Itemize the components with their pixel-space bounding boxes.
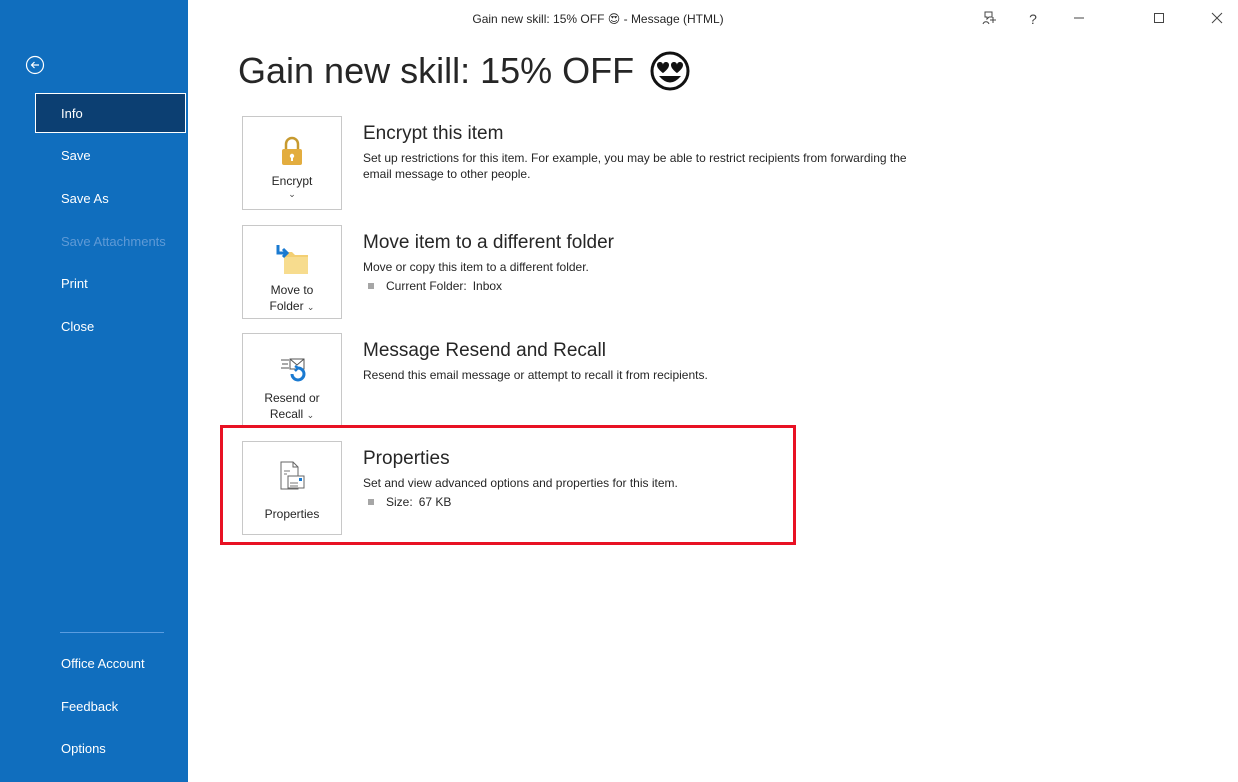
sidebar-divider: [60, 632, 164, 633]
encrypt-section: Encrypt this item Set up restrictions fo…: [363, 122, 923, 182]
current-folder-value: Inbox: [472, 279, 503, 293]
move-section: Move item to a different folder Move or …: [363, 231, 923, 293]
minimize-button[interactable]: [1062, 6, 1096, 32]
coauthor-button[interactable]: [973, 6, 1007, 32]
help-button[interactable]: ?: [1016, 6, 1050, 32]
sidebar-item-label: Office Account: [61, 655, 145, 671]
properties-description: Set and view advanced options and proper…: [363, 476, 678, 490]
resend-section: Message Resend and Recall Resend this em…: [363, 339, 923, 383]
sidebar-item-print[interactable]: Print: [35, 263, 188, 303]
move-to-folder-label: Move to Folder ⌄: [270, 282, 315, 315]
move-heading: Move item to a different folder: [363, 232, 614, 253]
sidebar-item-save-as[interactable]: Save As: [35, 178, 188, 218]
sidebar-item-save[interactable]: Save: [35, 135, 188, 175]
people-share-icon: [982, 10, 998, 29]
move-to-folder-button[interactable]: Move to Folder ⌄: [242, 225, 342, 319]
bullet: [368, 283, 374, 289]
encrypt-label: Encrypt: [271, 174, 313, 188]
properties-document-icon: [277, 456, 307, 492]
sidebar-item-label: Options: [61, 740, 106, 756]
move-to-folder-icon: [274, 240, 310, 276]
resend-description: Resend this email message or attempt to …: [363, 368, 708, 382]
heart-eyes-emoji-icon: [648, 51, 692, 91]
maximize-icon: [1153, 11, 1165, 27]
window-title-bar: Gain new skill: 15% OFF 😍 - Message (HTM…: [188, 0, 1238, 42]
sidebar-item-label: Close: [61, 318, 95, 334]
sidebar-item-label: Save As: [61, 190, 109, 206]
current-folder-label: Current Folder:: [386, 279, 467, 293]
sidebar-item-office-account[interactable]: Office Account: [35, 643, 188, 683]
size-value: 67 KB: [418, 495, 452, 509]
move-description: Move or copy this item to a different fo…: [363, 260, 589, 274]
window-title-suffix: - Message (HTML): [623, 12, 724, 26]
resend-recall-label-line2: Recall: [269, 407, 304, 421]
move-to-folder-label-line2: Folder: [269, 299, 304, 313]
size-label: Size:: [386, 495, 413, 509]
resend-recall-label-line1: Resend or: [264, 391, 320, 405]
maximize-button[interactable]: [1142, 6, 1176, 32]
sidebar-item-label: Save: [61, 147, 91, 163]
bullet: [368, 499, 374, 505]
close-icon: [1211, 11, 1223, 27]
sidebar-item-label: Info: [61, 105, 83, 121]
page-title: Gain new skill: 15% OFF: [238, 50, 692, 92]
sidebar-item-info[interactable]: Info: [35, 93, 186, 133]
sidebar-item-label: Print: [61, 275, 88, 291]
chevron-down-icon: ⌄: [306, 302, 315, 312]
properties-label: Properties: [264, 507, 320, 521]
properties-button[interactable]: Properties: [242, 441, 342, 535]
padlock-icon: [279, 131, 305, 167]
help-icon: ?: [1029, 11, 1037, 27]
resend-heading: Message Resend and Recall: [363, 340, 606, 361]
outlook-message-backstage: Info Save Save As Save Attachments Print…: [0, 0, 1238, 782]
window-title-text: Gain new skill: 15% OFF: [472, 12, 605, 26]
sidebar-item-label: Save Attachments: [61, 233, 166, 249]
current-folder-info: Current Folder: Inbox: [363, 279, 923, 293]
chevron-down-icon: ⌄: [288, 189, 296, 199]
backstage-sidebar: Info Save Save As Save Attachments Print…: [0, 0, 188, 782]
page-title-text: Gain new skill: 15% OFF: [238, 50, 635, 91]
back-button[interactable]: [20, 52, 50, 82]
properties-section: Properties Set and view advanced options…: [363, 447, 923, 509]
resend-recall-label: Resend or Recall ⌄: [264, 390, 319, 423]
resend-recall-icon: [277, 348, 307, 384]
close-window-button[interactable]: [1200, 6, 1234, 32]
resend-or-recall-button[interactable]: Resend or Recall ⌄: [242, 333, 342, 427]
sidebar-item-close[interactable]: Close: [35, 306, 188, 346]
minimize-icon: [1073, 11, 1085, 27]
sidebar-item-options[interactable]: Options: [35, 728, 188, 768]
sidebar-item-feedback[interactable]: Feedback: [35, 686, 188, 726]
title-emoji: 😍: [607, 12, 621, 26]
encrypt-button[interactable]: Encrypt ⌄: [242, 116, 342, 210]
properties-heading: Properties: [363, 448, 450, 469]
encrypt-heading: Encrypt this item: [363, 123, 504, 144]
encrypt-description: Set up restrictions for this item. For e…: [363, 151, 907, 181]
chevron-down-icon: ⌄: [306, 410, 315, 420]
move-to-folder-label-line1: Move to: [270, 283, 314, 297]
sidebar-item-label: Feedback: [61, 698, 119, 714]
sidebar-item-save-attachments: Save Attachments: [35, 221, 188, 261]
size-info: Size: 67 KB: [363, 495, 923, 509]
back-arrow-circle-icon: [25, 55, 45, 80]
